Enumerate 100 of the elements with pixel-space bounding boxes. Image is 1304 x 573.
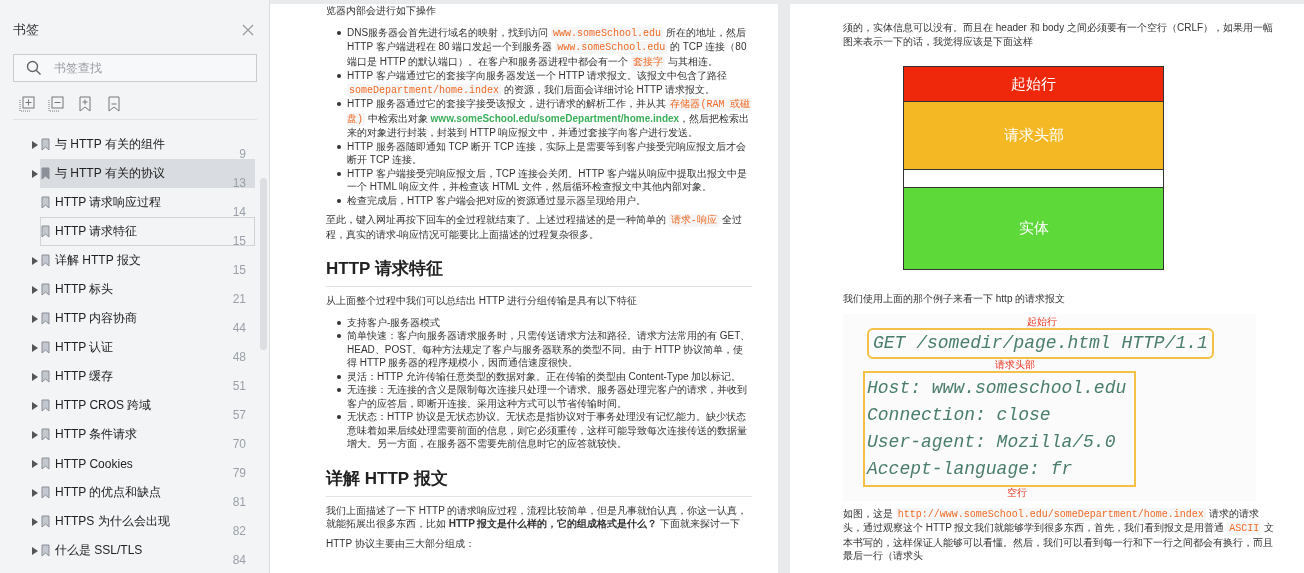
bookmark-item[interactable]: HTTP 的优点和缺点 81 [40, 478, 255, 507]
bookmark-label: HTTP 请求响应过程 [55, 194, 163, 211]
page-number: 13 [232, 176, 246, 190]
section-heading: HTTP 请求特征 [326, 257, 752, 287]
add-bookmark-button[interactable] [77, 96, 93, 112]
expand-caret-icon[interactable] [32, 546, 38, 555]
bullet-icon [337, 144, 341, 149]
page-number: 14 [232, 205, 246, 219]
code-line: GET /somedir/page.html HTTP/1.1 [873, 332, 1208, 353]
bookmark-icon [41, 486, 50, 499]
paragraph: 从上面整个过程中我们可以总结出 HTTP 进行分组传输是具有以下特征 [326, 294, 639, 308]
expand-caret-icon[interactable] [32, 285, 38, 294]
collapse-all-button[interactable] [48, 96, 64, 112]
search-input[interactable]: 书签查找 [52, 60, 244, 76]
page-number: 57 [232, 408, 246, 422]
expand-caret-icon[interactable] [32, 372, 38, 381]
page-number: 82 [232, 524, 246, 538]
code-line: Accept-language: fr [867, 457, 1074, 481]
bookmark-icon [41, 254, 50, 267]
bullet-icon [337, 198, 341, 203]
bookmark-icon [41, 312, 50, 325]
bookmark-item[interactable]: HTTP 认证 48 [40, 333, 255, 362]
list-item-text: HTTP 服务器随即通知 TCP 断开 TCP 连接，实际上是需要等到客户接受完响应报文后才会断开 TCP 连接。 [347, 139, 748, 167]
bookmark-icon [41, 196, 50, 209]
paragraph: HTTP 协议主要由三大部分组成： [326, 536, 476, 550]
bookmark-label: HTTP 请求特征 [55, 223, 139, 240]
expand-caret-icon[interactable] [32, 459, 38, 468]
search-field[interactable]: 书签查找 [13, 54, 257, 82]
diagram-block: 请求头部 [904, 101, 1163, 169]
expand-caret-icon[interactable] [32, 401, 38, 410]
code-line: Connection: close [867, 403, 1052, 427]
bookmark-label: HTTP 条件请求 [55, 426, 139, 443]
bookmark-item[interactable]: 与 HTTP 有关的协议 13 [40, 159, 255, 188]
bookmark-button[interactable] [106, 96, 122, 112]
list-item-text: DNS服务器会首先进行域名的映射，找到访问 www.someSchool.edu 所在的地址，然后HTTP 客户端进程在 80 端口发起一个到服务器 www.someSchool.edu 的 TCP 连接（80 端口是 HTTP 的默认端口）。在客户和服务器进程中都会有一个 套接字 与其相连。 [347, 25, 748, 69]
list-item-text: 灵活：HTTP 允许传输任意类型的数据对象。正在传输的类型由 Content-Type 加以标记。 [347, 369, 742, 383]
bookmark-icon [41, 428, 50, 441]
section-heading: 详解 HTTP 报文 [326, 466, 752, 497]
bookmark-item[interactable]: HTTP 条件请求 70 [40, 420, 255, 449]
bookmark-item[interactable]: HTTP 缓存 51 [40, 362, 255, 391]
bullet-icon [337, 171, 341, 176]
page-number: 15 [232, 234, 246, 248]
bookmark-item[interactable]: 与 HTTP 有关的组件 9 [40, 130, 255, 159]
paragraph: 至此，键入网址再按下回车的全过程就结束了。上述过程描述的是一种简单的 请求-响应 全过程，真实的请求-响应情况可能要比上面描述的过程复杂很多。 [326, 213, 743, 241]
page-number: 9 [239, 147, 246, 161]
bullet-icon [337, 320, 341, 325]
page-number: 21 [232, 292, 246, 306]
bookmark-label: HTTP CROS 跨域 [55, 397, 153, 414]
expand-caret-icon[interactable] [32, 343, 38, 352]
paragraph: 须的，实体信息可以没有。而且在 header 和 body 之间必须要有一个空行（CRLF），如果用一幅图来表示一下的话，我觉得应该是下面这样 [843, 21, 1275, 48]
bookmark-item[interactable]: 什么是 SSL/TLS 84 [40, 536, 255, 565]
bookmark-label: 详解 HTTP 报文 [55, 252, 142, 269]
page-number: 70 [232, 437, 246, 451]
bookmark-item[interactable]: HTTP 请求特征 15 [40, 217, 255, 246]
expand-caret-icon[interactable] [32, 140, 38, 149]
search-icon [26, 60, 42, 76]
page-number: 44 [232, 321, 246, 335]
expand-caret-icon[interactable] [32, 256, 38, 265]
bullet-icon [337, 388, 341, 392]
page-number: 48 [232, 350, 246, 364]
bookmark-label: HTTPS 为什么会出现 [55, 513, 171, 530]
bookmark-item[interactable]: HTTPS 为什么会出现 82 [40, 507, 255, 536]
list-item-text: 无连接：无连接的含义是限制每次连接只处理一个请求。服务器处理完客户的请求，并收到客户的应答后，即断开连接。采用这种方式可以节省传输时间。 [347, 383, 748, 410]
bullet-icon [337, 334, 341, 338]
diagram-block: 实体 [904, 187, 1163, 269]
bookmark-icon [41, 515, 50, 528]
bookmark-icon [41, 283, 50, 296]
bookmark-item[interactable]: HTTP 内容协商 44 [40, 304, 255, 333]
bookmark-label: HTTP Cookies [55, 456, 134, 471]
bookmark-label: 与 HTTP 有关的组件 [55, 136, 166, 153]
bookmark-item[interactable]: HTTP 请求响应过程 14 [40, 188, 255, 217]
bookmark-label: HTTP 缓存 [55, 368, 115, 385]
bookmark-item[interactable]: 详解 HTTP 报文 15 [40, 246, 255, 275]
bookmark-label: HTTP 内容协商 [55, 310, 139, 327]
expand-caret-icon[interactable] [32, 430, 38, 439]
expand-caret-icon[interactable] [32, 488, 38, 497]
list-item-text: 简单快速：客户向服务器请求服务时，只需传送请求方法和路径。请求方法常用的有 GET、HEAD、POST。每种方法规定了客户与服务器联系的类型不同。由于 HTTP 协议简单，使得 HTTP 服务器的程序规模小，因而通信速度很快。 [347, 329, 752, 370]
expand-caret-icon[interactable] [32, 314, 38, 323]
list-item-text: 无状态：HTTP 协议是无状态协议。无状态是指协议对于事务处理没有记忆能力。缺少状态意味着如果后续处理需要前面的信息，则它必须重传，这样可能导致每次连接传送的数据量增大。另一方面，在服务器不需要先前信息时它的应答就较快。 [347, 410, 748, 451]
bookmark-item[interactable]: HTTP CROS 跨域 57 [40, 391, 255, 420]
bookmark-item[interactable]: HTTP 标头 21 [40, 275, 255, 304]
bookmark-icon [41, 457, 50, 470]
bookmark-icon [41, 341, 50, 354]
paragraph: 览器内部会进行如下操作 [326, 4, 437, 18]
page-number: 15 [232, 263, 246, 277]
diagram-block: 起始行 [904, 67, 1163, 101]
bookmark-item[interactable]: HTTP Cookies 79 [40, 449, 255, 478]
page-number: 81 [232, 495, 246, 509]
paragraph: 我们上面描述了一下 HTTP 的请求响应过程，流程比较简单，但是凡事就怕认真，你这一认真，就能拓展出很多东西，比如 HTTP 报文是什么样的，它的组成格式是什么？ 下面就来探讨一下 [326, 503, 749, 531]
bullet-icon [337, 415, 341, 419]
expand-all-button[interactable] [19, 96, 35, 112]
expand-caret-icon[interactable] [32, 517, 38, 526]
bookmark-label: HTTP 标头 [55, 281, 115, 298]
bookmark-label: 什么是 SSL/TLS [55, 542, 144, 559]
bookmark-icon [41, 167, 50, 180]
bullet-icon [337, 74, 341, 78]
bookmark-icon [41, 138, 50, 151]
bullet-icon [337, 102, 341, 106]
paragraph: 我们使用上面的那个例子来看一下 http 的请求报文 [843, 292, 1067, 306]
expand-caret-icon[interactable] [32, 169, 38, 178]
